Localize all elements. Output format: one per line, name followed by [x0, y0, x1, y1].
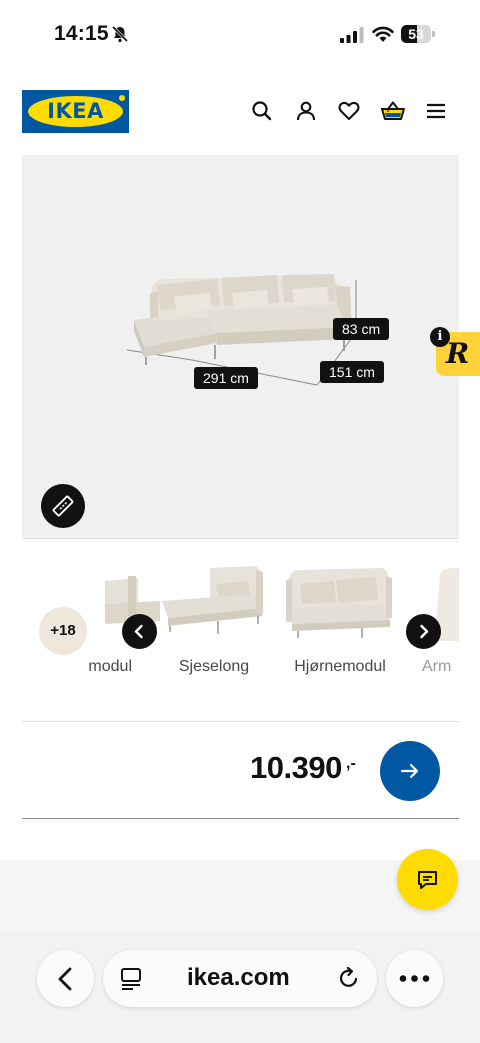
status-time: 14:15 — [54, 22, 109, 45]
info-icon[interactable]: i — [430, 327, 450, 347]
status-bar: 14:15 53 — [0, 0, 480, 70]
cellular-signal-icon — [340, 27, 364, 43]
chevron-right-icon — [420, 624, 429, 639]
variant-carousel: +18 modul Sjeselong Hjørnemodul Arm — [22, 548, 459, 688]
height-dimension-label: 83 cm — [333, 318, 390, 340]
corner-module-thumbnail — [286, 568, 392, 638]
carousel-prev-button[interactable] — [122, 614, 157, 649]
variant-label: Sjeselong — [178, 658, 250, 675]
shopping-basket-icon[interactable] — [380, 98, 406, 124]
bell-slash-icon — [111, 25, 129, 43]
go-to-product-button[interactable] — [380, 741, 440, 801]
variant-label: modul — [88, 658, 132, 675]
browser-more-button[interactable] — [386, 950, 443, 1007]
browser-back-button[interactable] — [37, 950, 94, 1007]
variant-label: Hjørnemodul — [294, 658, 386, 675]
price-suffix: ,- — [346, 755, 356, 772]
arrow-right-icon — [400, 763, 419, 779]
more-dots-icon — [399, 975, 430, 982]
product-price: 10.390 — [250, 750, 342, 785]
sofa-illustration — [126, 274, 357, 386]
menu-icon[interactable] — [423, 98, 449, 124]
url-text: ikea.com — [187, 964, 290, 991]
depth-dimension-label: 151 cm — [320, 361, 384, 383]
variant-item[interactable]: Sjeselong — [158, 548, 270, 688]
address-bar[interactable]: ikea.com — [103, 950, 377, 1007]
battery-icon: 53 — [401, 25, 435, 43]
ikea-logo[interactable]: IKEA — [22, 90, 129, 133]
tabs-icon[interactable] — [119, 966, 143, 990]
logo-text: IKEA — [47, 99, 104, 123]
chevron-left-icon — [134, 624, 143, 639]
wifi-icon — [372, 26, 394, 42]
browser-toolbar: ikea.com — [0, 930, 480, 1043]
back-chevron-icon — [58, 967, 72, 991]
carousel-next-button[interactable] — [406, 614, 441, 649]
divider — [22, 538, 459, 539]
search-icon[interactable] — [249, 98, 275, 124]
chat-bubble-icon — [418, 871, 437, 889]
product-image[interactable]: 83 cm 291 cm 151 cm — [22, 155, 459, 538]
variant-item[interactable]: Hjørnemodul — [284, 548, 396, 688]
divider — [22, 721, 459, 722]
width-dimension-label: 291 cm — [194, 367, 258, 389]
favorites-heart-icon[interactable] — [336, 98, 362, 124]
divider — [22, 818, 459, 819]
measure-button[interactable] — [41, 484, 85, 528]
variant-label: Arm — [422, 658, 452, 675]
account-icon[interactable] — [293, 98, 319, 124]
extension-logo: R — [446, 337, 470, 370]
reload-icon[interactable] — [337, 966, 361, 990]
chaise-thumbnail — [162, 566, 263, 634]
battery-level: 53 — [408, 26, 424, 42]
ruler-icon — [52, 495, 74, 517]
chat-button[interactable] — [397, 849, 458, 910]
